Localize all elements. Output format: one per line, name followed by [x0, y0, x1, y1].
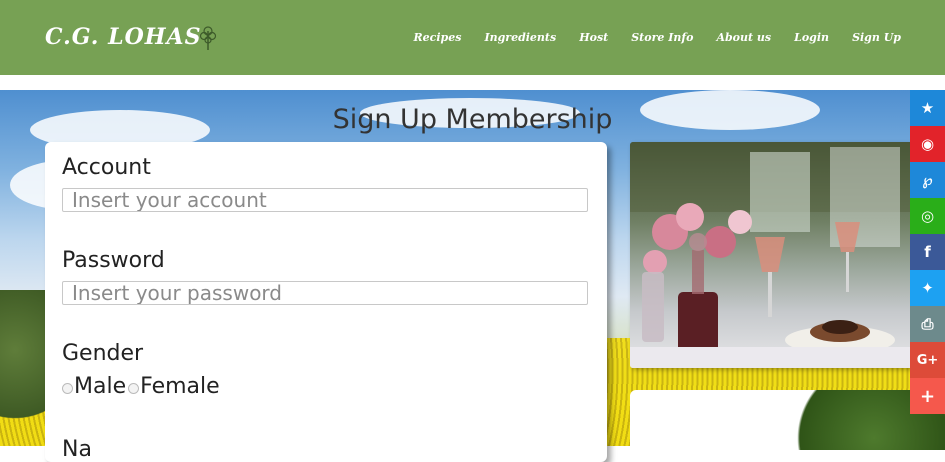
- gender-radio-group: Male Female: [62, 374, 222, 399]
- nav-login[interactable]: Login: [794, 31, 829, 44]
- password-input[interactable]: [62, 281, 588, 305]
- wechat-icon[interactable]: ◎: [910, 198, 945, 234]
- twitter-icon[interactable]: ✦: [910, 270, 945, 306]
- nav-sign-up[interactable]: Sign Up: [852, 31, 901, 44]
- weibo-icon[interactable]: ◉: [910, 126, 945, 162]
- account-label: Account: [62, 155, 151, 180]
- site-logo[interactable]: C.G. LOHAS: [45, 24, 201, 50]
- site-header: C.G. LOHAS Recipes Ingredients Host Stor…: [0, 0, 945, 75]
- print-icon[interactable]: ⎙: [910, 306, 945, 342]
- gender-male-radio[interactable]: [62, 383, 73, 394]
- social-share-bar: ★ ◉ ℘ ◎ f ✦ ⎙ G+ +: [910, 90, 945, 414]
- nav-about-us[interactable]: About us: [716, 31, 771, 44]
- tree-logo-icon: [199, 26, 217, 50]
- signup-form-card: Account Password Gender Male Female Na: [45, 142, 607, 462]
- gender-label: Gender: [62, 341, 144, 366]
- more-plus-icon[interactable]: +: [910, 378, 945, 414]
- gender-male-label: Male: [74, 374, 127, 399]
- gender-female-radio[interactable]: [128, 383, 140, 394]
- tree-left: [0, 290, 50, 440]
- favorite-star-icon[interactable]: ★: [910, 90, 945, 126]
- nav-host[interactable]: Host: [579, 31, 608, 44]
- plurk-icon[interactable]: ℘: [910, 162, 945, 198]
- dining-table-photo: [630, 142, 920, 368]
- name-label: Na: [62, 437, 92, 462]
- header-spacer: [0, 75, 945, 90]
- gender-female-label: Female: [140, 374, 220, 399]
- password-label: Password: [62, 248, 165, 273]
- page-title: Sign Up Membership: [332, 104, 613, 135]
- nav-store-info[interactable]: Store Info: [631, 31, 693, 44]
- account-input[interactable]: [62, 188, 588, 212]
- nav-ingredients[interactable]: Ingredients: [484, 31, 556, 44]
- dining-table-illustration: [630, 142, 920, 368]
- main-nav: Recipes Ingredients Host Store Info Abou…: [391, 31, 901, 44]
- google-plus-icon[interactable]: G+: [910, 342, 945, 378]
- facebook-icon[interactable]: f: [910, 234, 945, 270]
- nav-recipes[interactable]: Recipes: [414, 31, 462, 44]
